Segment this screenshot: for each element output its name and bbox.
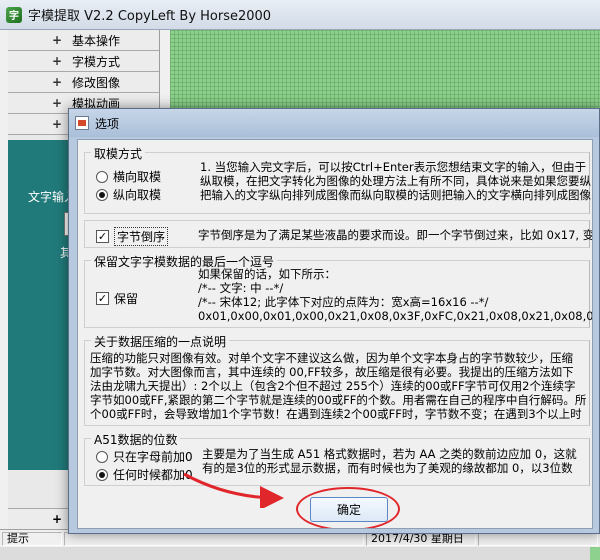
- dialog-body: 取模方式 横向取模 纵向取模 1. 当您输入完文字后，可以按Ctrl+Enter…: [77, 139, 593, 529]
- compression-description-line: 压缩的功能只对图像有效。对单个文字不建议这么做，因为单个文字本身占的字节数较少，…: [90, 351, 573, 365]
- nav-item-edit-image[interactable]: + 修改图像: [8, 72, 159, 93]
- mode-group-title: 取模方式: [91, 145, 146, 162]
- byte-reverse-description: 字节倒序是为了满足某些液晶的要求而设。即一个字节倒过来，比如 0x17, 变: [198, 228, 593, 242]
- radio-indicator: [96, 450, 108, 463]
- a51-group-title: A51数据的位数: [91, 431, 181, 448]
- dialog-titlebar[interactable]: 选项: [69, 109, 599, 137]
- dialog-title: 选项: [95, 116, 120, 131]
- compression-description-line: 字节如00或FF,紧跟的第二个字节就是连续的00或FF的个数。用者需在自己的程序…: [90, 393, 587, 407]
- mode-description-line: 纵取模，在把文字转化为图像的处理方法上有所不同，具体说来是如果您要纵: [200, 174, 591, 188]
- radio-prefix-letters-only[interactable]: 只在字母前加0: [96, 448, 193, 465]
- main-window-title: 字模提取 V2.2 CopyLeft By Horse2000: [28, 9, 272, 24]
- keep-comma-checkbox[interactable]: ✓ 保留: [96, 290, 138, 307]
- main-titlebar: 字 字模提取 V2.2 CopyLeft By Horse2000: [0, 0, 600, 30]
- compression-description-line: 加字节数。对大图像而言，其中连续的 00,FF较多，故压缩是很有必要。我提出的压…: [90, 365, 574, 379]
- app-icon: 字: [6, 6, 22, 23]
- radio-indicator: [96, 188, 108, 201]
- mode-description-line: 1. 当您输入完文字后，可以按Ctrl+Enter表示您想结束文字的输入，但由于: [200, 160, 587, 174]
- expand-icon: +: [52, 96, 63, 110]
- radio-horizontal-mode[interactable]: 横向取模: [96, 168, 161, 185]
- expand-icon: +: [52, 33, 63, 47]
- dialog-icon: [75, 116, 89, 130]
- radio-label: 横向取模: [113, 170, 162, 184]
- a51-description-line: 有的是3位的形式显示数据，而有时候也为了美观的缘故都加 0，以3位数: [202, 461, 573, 475]
- radio-label: 只在字母前加0: [113, 450, 193, 464]
- status-extra: [478, 532, 598, 546]
- nav-item-mode[interactable]: + 字模方式: [8, 51, 159, 72]
- status-message: [64, 532, 364, 546]
- keep-comma-description-line: 如果保留的话，如下所示：: [198, 267, 336, 281]
- expand-icon: +: [52, 117, 63, 131]
- compression-group-title: 关于数据压缩的一点说明: [91, 333, 230, 350]
- status-date: 2017/4/30 星期日: [366, 532, 476, 546]
- expand-icon: +: [52, 75, 63, 89]
- radio-indicator: [96, 170, 108, 183]
- options-dialog: 选项 取模方式 横向取模 纵向取模 1. 当您输入完文字后，可以按Ctrl+En…: [68, 108, 600, 534]
- checkbox-label: 保留: [114, 292, 139, 306]
- nav-item-label: 修改图像: [72, 75, 121, 90]
- checkbox-indicator: ✓: [96, 292, 109, 305]
- compression-description-line: 法由龙啸九天提出）: 2个以上（包含2个但不超过 255个）连续的00或FF字节…: [90, 379, 576, 393]
- radio-label: 任何时候都加0: [113, 468, 193, 482]
- nav-item-label: 基本操作: [72, 33, 121, 48]
- mode-description-line: 把输入的文字纵向排列成图像而纵向取模的话则把输入的文字横向排列成图像: [200, 188, 591, 202]
- a51-description-line: 主要是为了当生成 A51 格式数据时，若为 AA 之类的数前边应加 0，这就: [202, 447, 577, 461]
- keep-comma-description-line: /*-- 文字: 中 --*/: [198, 281, 284, 295]
- radio-indicator: [96, 468, 108, 481]
- nav-item-label: 字模方式: [72, 54, 121, 69]
- radio-prefix-always[interactable]: 任何时候都加0: [96, 466, 193, 483]
- radio-label: 纵向取模: [113, 188, 162, 202]
- expand-icon: +: [52, 512, 63, 526]
- checkbox-label: 字节倒序: [114, 227, 169, 246]
- radio-vertical-mode[interactable]: 纵向取模: [96, 186, 161, 203]
- checkbox-indicator: ✓: [96, 230, 109, 243]
- byte-reverse-checkbox[interactable]: ✓ 字节倒序: [96, 227, 169, 246]
- ok-button[interactable]: 确定: [310, 497, 388, 522]
- nav-item-basic[interactable]: + 基本操作: [8, 30, 159, 51]
- keep-comma-description-line: 0x01,0x00,0x01,0x00,0x21,0x08,0x3F,0xFC,…: [198, 309, 593, 323]
- status-hint: 提示: [2, 532, 62, 546]
- keep-comma-description-line: /*-- 宋体12; 此字体下对应的点阵为：宽x高=16x16 --*/: [198, 295, 489, 309]
- expand-icon: +: [52, 54, 63, 68]
- compression-description-line: 个00或FF时，会导致增加1个字节数！在遇到连续2个00或FF时，字节数不变；在…: [90, 407, 582, 421]
